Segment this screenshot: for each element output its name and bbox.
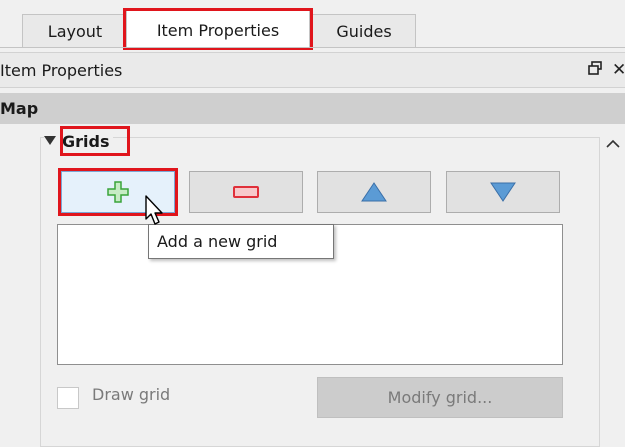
move-grid-down-button[interactable]	[446, 171, 560, 213]
map-section-header: Map	[0, 93, 625, 124]
float-icon[interactable]	[588, 61, 602, 79]
move-grid-up-button[interactable]	[317, 171, 431, 213]
tab-guides-label: Guides	[336, 22, 392, 41]
draw-grid-checkbox[interactable]	[57, 387, 79, 409]
tab-layout-label: Layout	[47, 22, 103, 41]
dock-title-bar: Item Properties ✕	[0, 52, 625, 88]
add-grid-tooltip: Add a new grid	[148, 224, 334, 259]
grids-group-title[interactable]: Grids	[44, 129, 114, 153]
section-title: Map	[0, 99, 39, 118]
arrow-up-icon	[361, 182, 387, 202]
scroll-up-icon[interactable]	[606, 134, 620, 153]
triangle-down-icon	[44, 136, 56, 145]
tooltip-text: Add a new grid	[157, 232, 278, 251]
tab-item-properties[interactable]: Item Properties	[126, 10, 310, 50]
tab-divider	[0, 47, 625, 48]
arrow-down-icon	[490, 182, 516, 202]
modify-grid-label: Modify grid...	[387, 388, 493, 407]
tab-layout[interactable]: Layout	[22, 14, 128, 48]
dock-title: Item Properties	[0, 60, 123, 80]
close-icon[interactable]: ✕	[612, 60, 625, 80]
draw-grid-label: Draw grid	[92, 385, 171, 404]
tab-guides[interactable]: Guides	[312, 14, 416, 48]
grids-title-label: Grids	[62, 131, 110, 151]
modify-grid-button[interactable]: Modify grid...	[317, 377, 563, 418]
tab-bar: Layout Item Properties Guides	[0, 0, 625, 50]
plus-icon	[107, 181, 129, 203]
mouse-cursor-icon	[145, 195, 167, 233]
remove-grid-button[interactable]	[189, 171, 303, 213]
minus-icon	[233, 186, 259, 198]
tab-item-properties-label: Item Properties	[156, 21, 280, 40]
